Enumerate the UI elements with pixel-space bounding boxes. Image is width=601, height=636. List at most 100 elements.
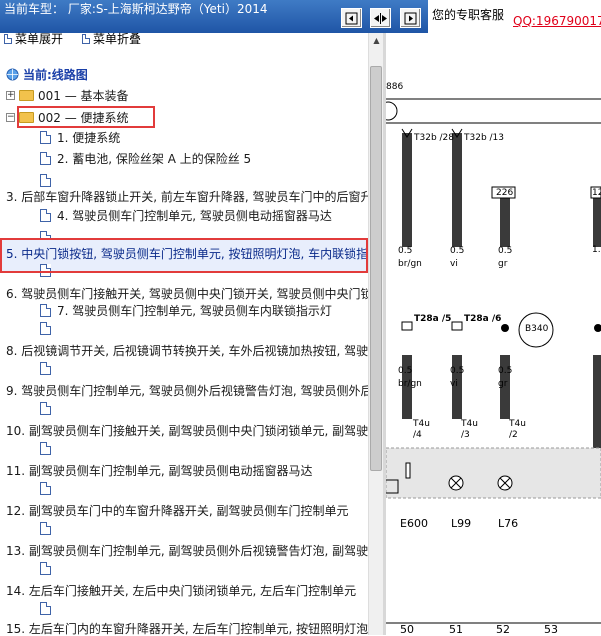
list-item-icon-row[interactable]	[40, 598, 51, 618]
connector-label: T4u /4	[413, 419, 430, 440]
list-item-label: 2. 蓄电池, 保险丝架 A 上的保险丝 5	[57, 151, 252, 166]
component-label: L76	[498, 517, 519, 530]
connector-label: T28a /6	[464, 314, 502, 324]
wire-label: 0.5 gr	[498, 366, 513, 389]
component-label: B340	[525, 324, 549, 334]
list-item-icon-row[interactable]	[40, 438, 51, 458]
wire-label: 0.5 br/gn	[398, 366, 422, 389]
list-item-label: 14. 左后车门接触开关, 左后中央门锁闭锁单元, 左后车门控制单元	[6, 583, 357, 598]
list-item-label: 9. 驾驶员侧车门控制单元, 驾驶员侧外后视镜警告灯泡, 驾驶员侧外后视镜	[6, 383, 368, 398]
connector-label: T4u /3	[461, 419, 478, 440]
list-item[interactable]: 2. 蓄电池, 保险丝架 A 上的保险丝 5	[40, 148, 251, 168]
wiring-tree: 当前:线路图 + 001 — 基本装备 − 002 — 便捷系统 1. 便捷系统…	[0, 55, 368, 635]
list-item[interactable]: 14. 左后车门接触开关, 左后中央门锁闭锁单元, 左后车门控制单元	[6, 580, 356, 600]
document-icon	[40, 401, 51, 415]
list-item-label: 4. 驾驶员侧车门控制单元, 驾驶员侧电动摇窗器马达	[57, 208, 332, 223]
document-icon	[40, 361, 51, 375]
list-item-label: 3. 后部车窗升降器锁止开关, 前左车窗升降器, 驾驶员车门中的后窗升降器开关	[6, 189, 368, 204]
document-icon	[40, 521, 51, 535]
document-icon	[40, 303, 51, 317]
list-item[interactable]: 1. 便捷系统	[40, 127, 120, 147]
arrow-right-icon	[404, 12, 417, 24]
list-item-label: 10. 副驾驶员侧车门接触开关, 副驾驶员侧中央门锁闭锁单元, 副驾驶员侧车门控…	[6, 423, 368, 438]
component-label: E600	[400, 517, 428, 530]
wiring-diagram-svg	[386, 98, 601, 624]
footer-number: 50	[400, 623, 414, 636]
document-icon	[40, 173, 51, 187]
list-item[interactable]: 10. 副驾驶员侧车门接触开关, 副驾驶员侧中央门锁闭锁单元, 副驾驶员侧车门控…	[6, 420, 368, 440]
car-model-title: 当前车型： 厂家:S-上海斯柯达野帝（Yeti）2014	[4, 2, 268, 16]
footer-number: 51	[449, 623, 463, 636]
document-icon	[40, 321, 51, 335]
tree-scrollbar[interactable]: ▲	[368, 33, 383, 635]
menu-expand-button[interactable]: 菜单展开	[4, 30, 63, 47]
document-icon	[40, 601, 51, 615]
fit-view-button[interactable]	[370, 8, 391, 28]
list-item-icon-row[interactable]	[40, 478, 51, 498]
left-panel: 菜单展开 菜单折叠 当前:线路图 + 001 — 基本装备 − 002 — 便捷…	[0, 30, 383, 635]
document-icon	[40, 151, 51, 165]
list-item-icon-row[interactable]	[40, 398, 51, 418]
list-item[interactable]: 7. 驾驶员侧车门控制单元, 驾驶员侧车内联锁指示灯	[40, 300, 332, 320]
list-item[interactable]: 9. 驾驶员侧车门控制单元, 驾驶员侧外后视镜警告灯泡, 驾驶员侧外后视镜	[6, 380, 368, 400]
wire-label: 0.5 gr	[498, 246, 513, 269]
folder-icon	[19, 89, 34, 101]
wiring-diagram[interactable]: 886 T32b /28 T32b /13 226 12 0.5 br/gn 0…	[386, 33, 601, 636]
connector-label: T28a /5	[414, 314, 452, 324]
connector-label: T4u /2	[509, 419, 526, 440]
connector-label: 12	[592, 188, 601, 198]
menu-collapse-label: 菜单折叠	[93, 32, 142, 46]
tree-folder-001[interactable]: + 001 — 基本装备	[6, 85, 129, 105]
list-item-icon-row[interactable]	[40, 558, 51, 578]
globe-icon	[6, 68, 19, 80]
list-item[interactable]: 4. 驾驶员侧车门控制单元, 驾驶员侧电动摇窗器马达	[40, 205, 332, 225]
qq-contact-link[interactable]: QQ:1967900177	[513, 14, 601, 28]
menu-collapse-button[interactable]: 菜单折叠	[82, 30, 141, 47]
list-item-label: 6. 驾驶员侧车门接触开关, 驾驶员侧中央门锁开关, 驾驶员侧中央门锁闭锁单元	[6, 286, 368, 301]
list-item-label: 12. 副驾驶员车门中的车窗升降器开关, 副驾驶员侧车门控制单元	[6, 503, 349, 518]
wire-label: 0.5 br/gn	[398, 246, 422, 269]
list-item-icon-row[interactable]	[40, 318, 51, 338]
document-icon	[4, 33, 12, 44]
split-arrows-icon	[374, 12, 387, 24]
list-item-label: 7. 驾驶员侧车门控制单元, 驾驶员侧车内联锁指示灯	[57, 303, 332, 318]
list-item-label: 13. 副驾驶员侧车门控制单元, 副驾驶员侧外后视镜警告灯泡, 副驾驶员侧外后视…	[6, 543, 368, 558]
connector-label: T32b /28	[414, 133, 455, 143]
collapse-minus-icon[interactable]: −	[6, 112, 15, 122]
list-item-label: 15. 左后车门内的车窗升降器开关, 左后车门控制单元, 按钮照明灯泡	[6, 621, 368, 636]
list-item[interactable]: 13. 副驾驶员侧车门控制单元, 副驾驶员侧外后视镜警告灯泡, 副驾驶员侧外后视…	[6, 540, 368, 560]
list-item-icon-row[interactable]	[40, 518, 51, 538]
folder-label: 001 — 基本装备	[38, 88, 129, 103]
scroll-up-arrow-icon[interactable]: ▲	[369, 33, 384, 48]
support-label: 您的专职客服	[432, 8, 505, 22]
document-icon	[82, 33, 90, 44]
list-item[interactable]: 15. 左后车门内的车窗升降器开关, 左后车门控制单元, 按钮照明灯泡	[6, 618, 368, 636]
menu-bar: 菜单展开 菜单折叠	[0, 30, 383, 55]
connector-label: T32b /13	[464, 133, 505, 143]
document-icon	[40, 481, 51, 495]
prev-page-button[interactable]	[341, 8, 362, 28]
highlight-box	[17, 106, 155, 128]
tree-root[interactable]: 当前:线路图	[6, 64, 88, 84]
list-item-label: 11. 副驾驶员侧车门控制单元, 副驾驶员侧电动摇窗器马达	[6, 463, 313, 478]
list-item[interactable]: 8. 后视镜调节开关, 后视镜调节转换开关, 车外后视镜加热按钮, 驾驶员侧车门…	[6, 340, 368, 360]
list-item[interactable]: 11. 副驾驶员侧车门控制单元, 副驾驶员侧电动摇窗器马达	[6, 460, 313, 480]
tree-root-label: 当前:线路图	[23, 67, 88, 82]
wire-label: 0.5 vi	[450, 246, 465, 269]
document-icon	[40, 130, 51, 144]
connector-label: 226	[496, 188, 514, 198]
wire-label: 1.	[592, 245, 601, 255]
expand-plus-icon[interactable]: +	[6, 90, 15, 100]
list-item-icon-row[interactable]	[40, 358, 51, 378]
arrow-left-icon	[345, 12, 358, 24]
document-icon	[40, 208, 51, 222]
footer-number: 52	[496, 623, 510, 636]
document-icon	[40, 441, 51, 455]
scroll-thumb[interactable]	[370, 66, 382, 471]
top-header: 当前车型： 厂家:S-上海斯柯达野帝（Yeti）2014 您的专职客服 QQ:1…	[0, 0, 601, 33]
next-page-button[interactable]	[400, 8, 421, 28]
component-label: L99	[451, 517, 472, 530]
list-item-label: 8. 后视镜调节开关, 后视镜调节转换开关, 车外后视镜加热按钮, 驾驶员侧车门…	[6, 343, 368, 358]
list-item[interactable]: 3. 后部车窗升降器锁止开关, 前左车窗升降器, 驾驶员车门中的后窗升降器开关	[6, 186, 368, 206]
list-item[interactable]: 12. 副驾驶员车门中的车窗升降器开关, 副驾驶员侧车门控制单元	[6, 500, 349, 520]
